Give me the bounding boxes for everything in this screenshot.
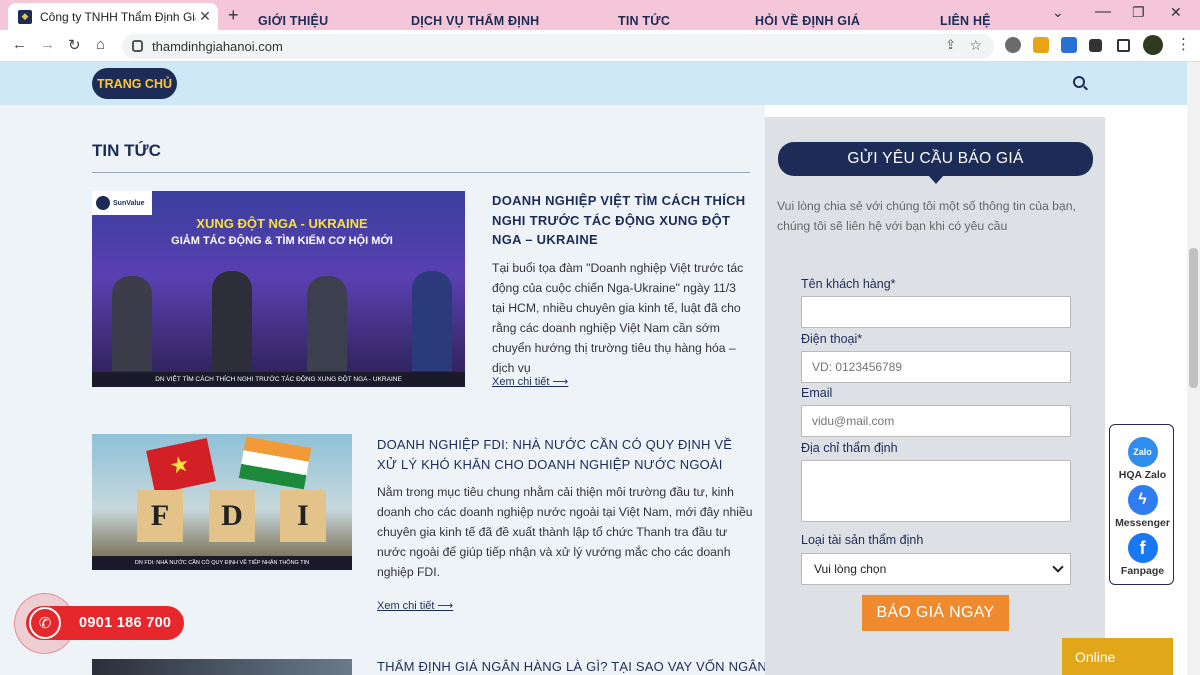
new-tab-button[interactable]: + [228,5,239,26]
article-thumbnail[interactable]: SunValue XUNG ĐỘT NGA - UKRAINE GIẢM TÁC… [92,191,465,387]
share-icon[interactable]: ⇪ [945,37,956,53]
minimize-button[interactable]: — [1095,3,1111,21]
tab-close-icon[interactable]: ✕ [196,8,214,25]
extensions-puzzle-icon[interactable] [1089,39,1102,52]
scrollbar-thumb[interactable] [1189,248,1198,388]
chevron-down-icon [1052,561,1064,573]
extension-icon[interactable] [1005,37,1021,53]
section-title: TIN TỨC [92,141,161,160]
speaker-figure [212,271,252,371]
nav-news[interactable]: TIN TỨC [618,14,670,28]
messenger-icon: ϟ [1127,485,1158,515]
name-field[interactable] [801,296,1071,328]
messenger-label: Messenger [1115,517,1170,529]
zalo-label: HQA Zalo [1118,469,1167,481]
tab-title: Công ty TNHH Thẩm Định Giá Hà [40,9,196,24]
read-more-link[interactable]: Xem chi tiết ⟶ [377,599,453,612]
speaker-figure [307,276,347,371]
nav-contact[interactable]: LIÊN HỆ [940,14,991,28]
messenger-link[interactable]: ϟ Messenger [1110,485,1175,529]
browser-tab[interactable]: ◆ Công ty TNHH Thẩm Định Giá Hà ✕ [8,3,218,30]
wooden-block: I [280,490,326,542]
url-text: thamdinhgiahanoi.com [152,39,283,54]
article-title[interactable]: THẨM ĐỊNH GIÁ NGÂN HÀNG LÀ GÌ? TẠI SAO V… [377,657,767,675]
article-title[interactable]: DOANH NGHIỆP VIỆT TÌM CÁCH THÍCH NGHI TR… [492,191,754,250]
article-title[interactable]: DOANH NGHIỆP FDI: NHÀ NƯỚC CẦN CÓ QUY ĐỊ… [377,435,752,474]
reload-icon[interactable]: ↻ [68,36,81,54]
read-more-link[interactable]: Xem chi tiết ⟶ [492,375,568,388]
asset-type-select[interactable]: Vui lòng chọn [801,553,1071,585]
nav-about[interactable]: GIỚI THIỆU [258,14,328,28]
facebook-icon: f [1127,533,1158,563]
india-flag [238,436,312,490]
address-bar[interactable]: thamdinhgiahanoi.com ⇪ ☆ [122,34,994,59]
zalo-icon: Zalo [1127,437,1158,467]
vietnam-flag: ★ [146,438,216,494]
close-window-button[interactable]: ✕ [1170,4,1182,21]
asset-type-selected: Vui lòng chọn [814,562,887,576]
email-label: Email [801,386,833,400]
email-field[interactable] [801,405,1071,437]
site-favicon-icon: ◆ [18,9,32,24]
browser-toolbar: ← → ↻ ⌂ thamdinhgiahanoi.com ⇪ ☆ ⋮ [0,30,1200,62]
sunvalue-logo: SunValue [92,191,152,215]
image-caption: DN VIỆT TÌM CÁCH THÍCH NGHI TRƯỚC TÁC ĐỘ… [92,372,465,387]
image-subheading: GIẢM TÁC ĐỘNG & TÌM KIẾM CƠ HỘI MỚI [171,235,393,247]
wooden-block: F [137,490,183,542]
lock-icon [132,40,143,52]
article-excerpt: Tại buổi tọa đàm "Doanh nghiệp Việt trướ… [492,261,744,375]
image-caption: DN FDI: NHÀ NƯỚC CẦN CÓ QUY ĐỊNH VỀ TIẾP… [92,556,352,570]
article-thumbnail[interactable]: ★ F D I DN FDI: NHÀ NƯỚC CẦN CÓ QUY ĐỊNH… [92,434,352,570]
nav-services[interactable]: DỊCH VỤ THẨM ĐỊNH [411,14,539,28]
submit-quote-button[interactable]: BÁO GIÁ NGAY [862,595,1009,631]
phone-label: Điện thoại* [801,332,863,346]
quote-form-intro: Vui lòng chia sẻ với chúng tôi một số th… [777,199,1076,233]
nav-faq[interactable]: HỎI VỀ ĐỊNH GIÁ [755,14,860,28]
menu-kebab-icon[interactable]: ⋮ [1176,35,1191,53]
address-label: Địa chỉ thẩm định [801,441,898,455]
zalo-link[interactable]: Zalo HQA Zalo [1110,437,1175,481]
bookmark-star-icon[interactable]: ☆ [969,37,982,54]
speaker-figure [412,271,452,371]
search-icon[interactable] [1073,76,1085,88]
speaker-figure [112,276,152,371]
side-panel-icon[interactable] [1117,39,1130,52]
facebook-link[interactable]: f Fanpage [1110,533,1175,577]
forward-icon[interactable]: → [40,36,55,53]
phone-field[interactable] [801,351,1071,383]
profile-avatar[interactable] [1143,35,1163,55]
wooden-block: D [209,490,255,542]
back-icon[interactable]: ← [12,36,27,53]
online-chat-button[interactable]: Online [1062,638,1173,675]
article-excerpt: Nằm trong mục tiêu chung nhằm cải thiện … [377,485,753,579]
site-navigation [0,62,1187,105]
facebook-label: Fanpage [1120,565,1165,577]
quote-form-heading: GỬI YÊU CẦU BÁO GIÁ [778,142,1093,184]
image-heading: XUNG ĐỘT NGA - UKRAINE [196,216,368,231]
phone-icon[interactable]: ✆ [29,607,61,639]
asset-type-label: Loại tài sản thẩm định [801,533,924,547]
browser-tab-bar: ◆ Công ty TNHH Thẩm Định Giá Hà ✕ + ⌄ — … [0,0,1200,30]
section-divider [92,172,750,173]
nav-home[interactable]: TRANG CHỦ [92,68,177,99]
extension-icon[interactable] [1033,37,1049,53]
home-icon[interactable]: ⌂ [96,36,105,53]
social-widget: Zalo HQA Zalo ϟ Messenger f Fanpage [1109,424,1174,585]
translate-icon[interactable] [1061,37,1077,53]
restore-button[interactable]: ❐ [1132,4,1145,21]
name-label: Tên khách hàng* [801,277,896,291]
address-textarea[interactable] [801,460,1071,522]
tab-search-icon[interactable]: ⌄ [1052,4,1064,21]
article-thumbnail[interactable] [92,659,352,675]
